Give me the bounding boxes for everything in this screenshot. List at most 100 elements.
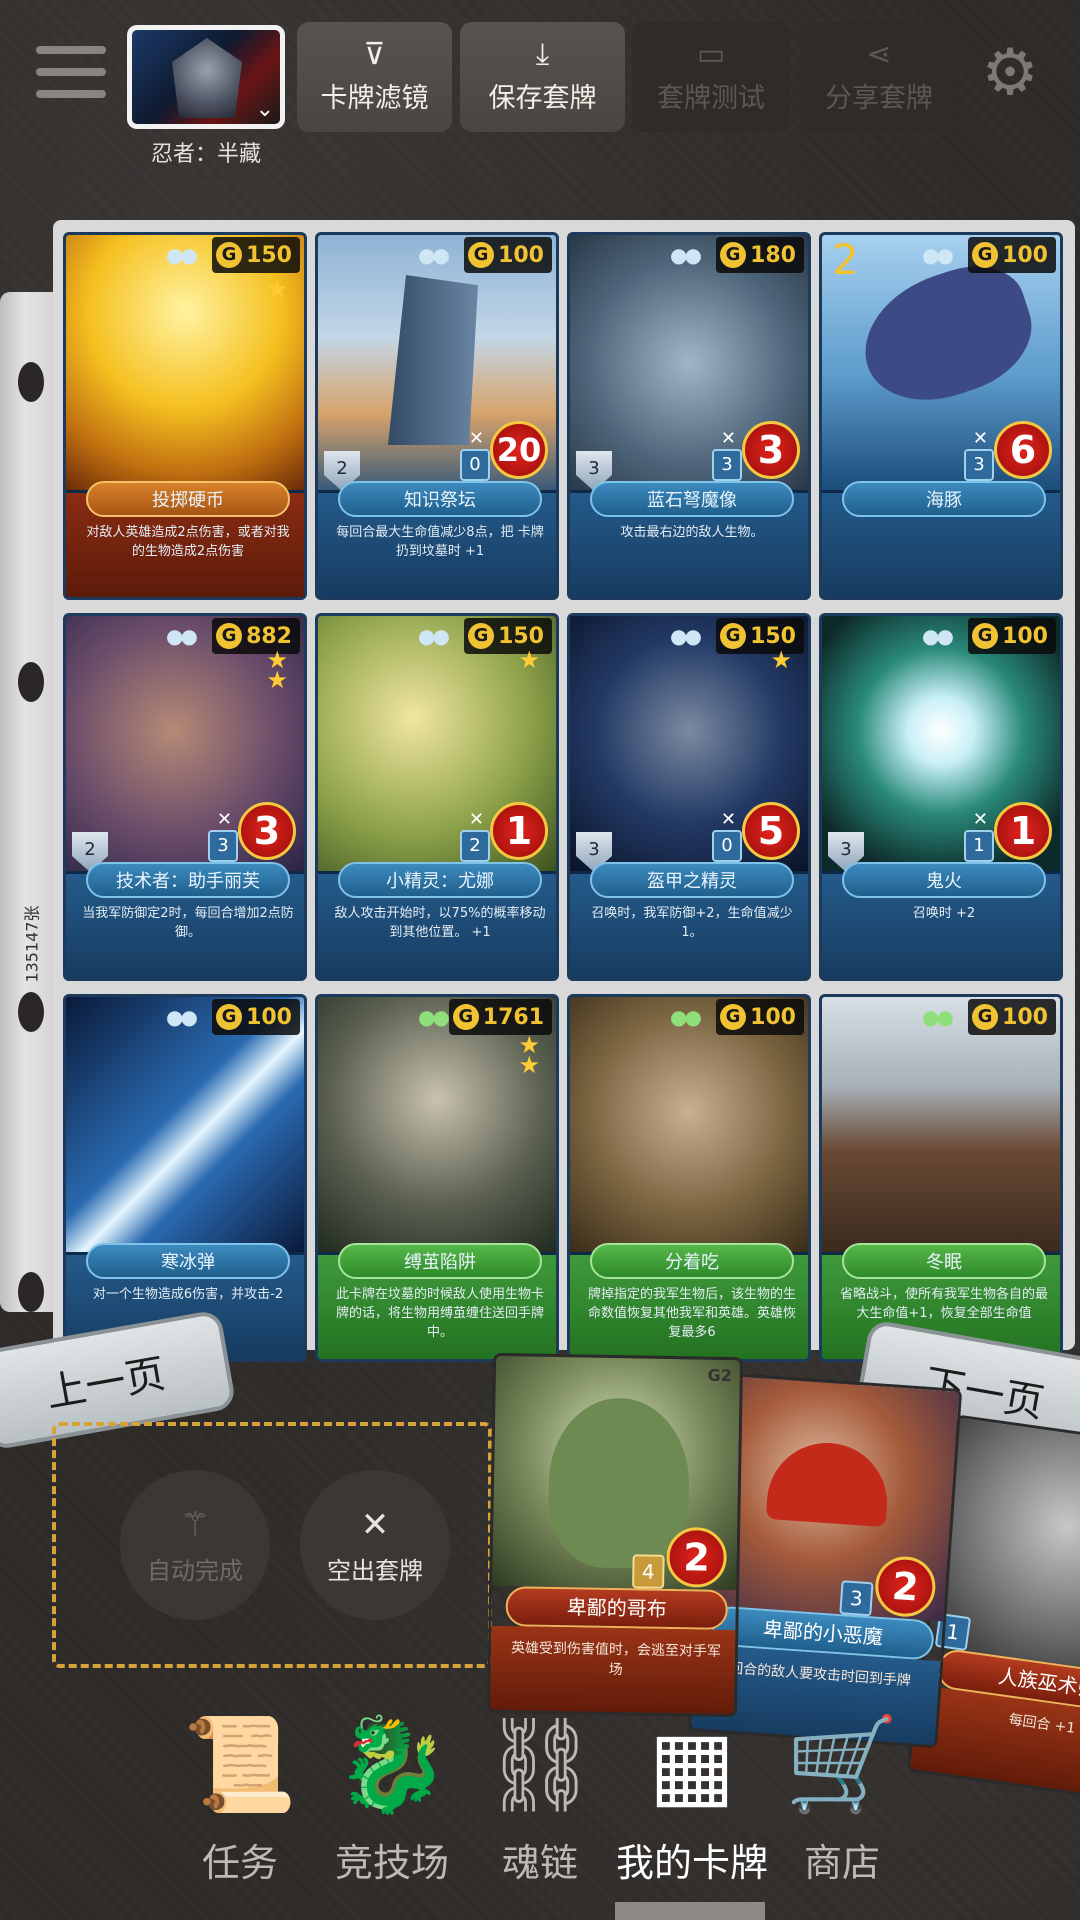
card-hp: 3: [964, 449, 994, 481]
card-name: 卑鄙的哥布: [505, 1586, 729, 1630]
card-desc: 敌人攻击开始时，以75%的概率移动到其他位置。 +1: [334, 906, 546, 940]
coin-icon: G: [468, 623, 495, 649]
card-name: 寒冰弹: [86, 1243, 290, 1279]
card-hp: 4: [632, 1554, 665, 1589]
menu-line: [36, 68, 106, 76]
nav-tab-shop[interactable]: 🛒 商店: [757, 1700, 927, 1900]
save-deck-button[interactable]: ⤓ 保存套牌: [460, 22, 625, 132]
card-art: [822, 997, 1060, 1252]
clear-deck-button[interactable]: ✕ 空出套牌: [300, 1470, 450, 1620]
card-desc: 召唤时，我军防御+2，生命值减少1。: [591, 906, 793, 940]
card-hp: 3: [839, 1580, 874, 1617]
gem-icon: ●●: [670, 243, 702, 267]
card-filter-button[interactable]: ⊽ 卡牌滤镜: [297, 22, 452, 132]
card-level: 2: [832, 235, 859, 284]
card-name: 技术者：助手丽芙: [86, 862, 290, 898]
card-technician-liv[interactable]: ●● G 882 ★ ★ 2 ✕ 3 3 技术者：助手丽芙 当我军防御定2时，每回…: [63, 613, 307, 981]
nav-tab-soul-link[interactable]: ⛓ 魂链: [455, 1700, 625, 1900]
card-cost: G 100: [212, 999, 300, 1035]
star-icon: ★: [266, 275, 288, 303]
card-attack: 5: [742, 802, 800, 860]
binder-hole: [18, 362, 44, 402]
card-dolphin[interactable]: 2 ●● G 100 ✕ 3 6 海豚: [819, 232, 1063, 600]
card-cost: G 150: [212, 237, 300, 273]
nav-tab-label: 任务: [201, 1841, 278, 1885]
download-icon: ⤓: [535, 36, 550, 72]
menu-button[interactable]: [36, 46, 106, 102]
gem-icon: ●●: [418, 624, 450, 648]
hero-avatar[interactable]: ⌄: [127, 25, 285, 129]
card-attack: 3: [742, 421, 800, 479]
card-attack: 20: [490, 421, 548, 479]
card-cost: G 100: [464, 237, 552, 273]
card-share-meal[interactable]: ●● G 100 分着吃 牌掉指定的我军生物后，该生物的生命数值恢复其他我军和英雄…: [567, 994, 811, 1362]
coin-icon: G: [216, 242, 243, 268]
coin-icon: G: [468, 242, 495, 268]
card-name: 小精灵：尤娜: [338, 862, 542, 898]
active-tab-indicator: [615, 1902, 765, 1920]
card-desc: 召唤时 +2: [912, 906, 976, 921]
coin-icon: G: [720, 1004, 747, 1030]
card-desc: 牌掉指定的我军生物后，该生物的生命数值恢复其他我军和英雄。英雄恢复最多6: [587, 1287, 796, 1340]
share-deck-label: 分享套牌: [825, 82, 933, 114]
card-coin-toss[interactable]: ●● G 150 ★ 投掷硬币 对敌人英雄造成2点伤害，或者对我的生物造成2点伤害: [63, 232, 307, 600]
test-deck-button[interactable]: ▭ 套牌测试: [632, 22, 790, 132]
card-hibernate[interactable]: ●● G 100 冬眠 省略战斗，使所有我军生物各自的最大生命值+1，恢复全部生命…: [819, 994, 1063, 1362]
card-attack: 1: [490, 802, 548, 860]
card-name: 投掷硬币: [86, 481, 290, 517]
card-fairy-yuna[interactable]: ●● G 150 ★ ✕ 2 1 小精灵：尤娜 敌人攻击开始时，以75%的概率移动…: [315, 613, 559, 981]
card-name: 冬眠: [842, 1243, 1046, 1279]
coin-icon: G: [216, 1004, 243, 1030]
card-name: 缚茧陷阱: [338, 1243, 542, 1279]
gem-icon: ●●: [670, 624, 702, 648]
card-bluestone-crossbow-golem[interactable]: ●● G 180 3 ✕ 3 3 蓝石弩魔像 攻击最右边的敌人生物。: [567, 232, 811, 600]
card-hp: 0: [712, 830, 742, 862]
star-icon: ★: [518, 646, 540, 674]
card-hp: 2: [460, 830, 490, 862]
card-count: 135147张: [22, 905, 42, 983]
card-tag: G2: [707, 1365, 732, 1386]
nav-tab-label: 魂链: [501, 1841, 578, 1885]
card-ice-bolt[interactable]: ●● G 100 寒冰弹 对一个生物造成6伤害，并攻击-2: [63, 994, 307, 1362]
nav-tab-my-cards[interactable]: ▦ 我的卡牌: [607, 1700, 777, 1900]
crossed-swords-icon: ✕: [468, 428, 484, 449]
card-cost: G 100: [968, 618, 1056, 654]
card-art: [570, 997, 808, 1252]
card-armor-spirit[interactable]: ●● G 150 ★ 3 ✕ 0 5 盔甲之精灵 召唤时，我军防御+2，生命值减少…: [567, 613, 811, 981]
card-desc: 每回合最大生命值减少8点，把 卡牌扔到坟墓时 +1: [336, 525, 544, 559]
card-name: 海豚: [842, 481, 1046, 517]
coin-icon: G: [720, 623, 747, 649]
card-desc: 当我军防御定2时，每回合增加2点防御。: [82, 906, 294, 940]
coin-icon: G: [452, 1004, 479, 1030]
card-cocoon-trap[interactable]: ●● G 1761 ★ ★ 缚茧陷阱 此卡牌在坟墓的时候敌人使用生物卡牌的话，将生…: [315, 994, 559, 1362]
menu-line: [36, 90, 106, 98]
settings-gear-icon[interactable]: ⚙: [975, 38, 1045, 108]
nav-tab-quests[interactable]: 📜 任务: [155, 1700, 325, 1900]
gem-icon: ●●: [166, 1005, 198, 1029]
card-will-o-wisp[interactable]: ●● G 100 3 ✕ 1 1 鬼火 召唤时 +2: [819, 613, 1063, 981]
crossed-swords-icon: ✕: [720, 809, 736, 830]
bottom-nav: 📜 任务 🐉 竞技场 ⛓ 魂链 ▦ 我的卡牌 🛒 商店: [0, 1700, 1080, 1920]
cart-icon: 🛒: [784, 1711, 900, 1818]
crossed-swords-icon: ✕: [972, 428, 988, 449]
hand-card-mean-goblin[interactable]: G2 4 2 卑鄙的哥布 英雄受到伤害值时，会逃至对手军场: [486, 1352, 744, 1718]
dolphin-shape: [847, 251, 1047, 419]
auto-complete-button[interactable]: ⚚ 自动完成: [120, 1470, 270, 1620]
card-altar-of-knowledge[interactable]: ●● G 100 2 ✕ 0 20 知识祭坛 每回合最大生命值减少8点，把 卡牌扔…: [315, 232, 559, 600]
card-desc: 攻击最右边的敌人生物。: [620, 525, 764, 540]
card-hp: 3: [208, 830, 238, 862]
card-grid-icon: ▦: [648, 1711, 736, 1818]
card-desc: 英雄受到伤害值时，会逃至对手军场: [510, 1640, 722, 1679]
nav-tab-arena[interactable]: 🐉 竞技场: [307, 1700, 477, 1900]
gem-icon: ●●: [166, 624, 198, 648]
dragon-icon: 🐉: [334, 1711, 450, 1818]
close-icon: ✕: [360, 1504, 390, 1545]
card-cost: G 180: [716, 237, 804, 273]
card-attack: 1: [994, 802, 1052, 860]
gem-icon: ●●: [418, 1005, 450, 1029]
card-cost: G 100: [968, 999, 1056, 1035]
star-icon: ★: [770, 646, 792, 674]
card-desc: 此卡牌在坟墓的时候敌人使用生物卡牌的话，将生物用缚茧缠住送回手牌中。: [335, 1287, 544, 1340]
gem-icon: ●●: [670, 1005, 702, 1029]
share-deck-button[interactable]: ⋖ 分享套牌: [800, 22, 958, 132]
